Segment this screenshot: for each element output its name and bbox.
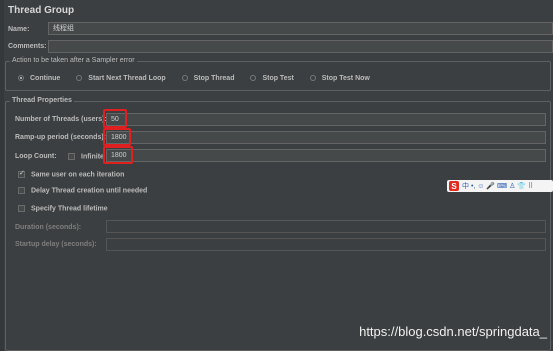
ime-logo-icon[interactable]: S: [449, 181, 459, 191]
radio-stop-test-now[interactable]: Stop Test Now: [309, 75, 370, 82]
panel-title: Thread Group: [8, 5, 75, 16]
specify-lifetime-checkbox[interactable]: Specify Thread lifetime: [18, 205, 108, 212]
radio-stop-thread[interactable]: Stop Thread: [181, 75, 234, 82]
ime-status-icons[interactable]: 中 •, ☺ 🎤 ⌨ ♙ 👕 ⠿: [462, 181, 533, 191]
loop-count-label: Loop Count:: [15, 153, 57, 160]
watermark: https://blog.csdn.net/springdata_: [359, 324, 547, 339]
infinite-checkbox[interactable]: Infinite: [68, 153, 104, 160]
duration-label: Duration (seconds):: [15, 224, 82, 231]
same-user-checkbox[interactable]: Same user on each iteration: [18, 169, 124, 178]
left-rail: [0, 0, 4, 351]
checkbox-icon[interactable]: [68, 153, 75, 160]
ime-toolbar[interactable]: S 中 •, ☺ 🎤 ⌨ ♙ 👕 ⠿: [447, 180, 553, 192]
radio-icon[interactable]: [181, 75, 188, 82]
threads-label: Number of Threads (users):: [15, 116, 107, 123]
radio-continue[interactable]: Continue: [18, 75, 60, 82]
radio-icon[interactable]: [309, 75, 316, 82]
rampup-field[interactable]: 1800: [106, 131, 546, 144]
name-label: Name:: [8, 26, 30, 33]
loop-count-field[interactable]: 1800: [106, 149, 546, 162]
startup-delay-field[interactable]: [106, 238, 546, 251]
radio-stop-test[interactable]: Stop Test: [250, 75, 294, 82]
threads-highlight: [103, 109, 127, 128]
radio-icon[interactable]: [250, 75, 257, 82]
comments-label: Comments:: [8, 43, 47, 50]
thread-properties-heading: Thread Properties: [10, 97, 74, 104]
checkbox-checked-icon[interactable]: [18, 169, 25, 178]
rampup-highlight: [103, 128, 131, 146]
name-field[interactable]: 线程组: [48, 22, 553, 35]
sampler-error-options: Continue Start Next Thread Loop Stop Thr…: [18, 75, 384, 82]
radio-selected-icon[interactable]: [18, 75, 24, 82]
delay-creation-checkbox[interactable]: Delay Thread creation until needed: [18, 187, 147, 194]
startup-delay-label: Startup delay (seconds):: [15, 241, 97, 248]
threads-field[interactable]: 50: [106, 113, 546, 126]
comments-field[interactable]: [48, 40, 553, 53]
duration-field[interactable]: [106, 220, 546, 233]
checkbox-icon[interactable]: [18, 187, 25, 194]
sampler-error-legend: Action to be taken after a Sampler error: [10, 57, 137, 64]
checkbox-icon[interactable]: [18, 205, 25, 212]
radio-icon[interactable]: [76, 75, 83, 82]
loop-count-highlight: [103, 146, 133, 164]
rampup-label: Ramp-up period (seconds):: [15, 134, 107, 141]
radio-start-next-thread-loop[interactable]: Start Next Thread Loop: [76, 75, 166, 82]
